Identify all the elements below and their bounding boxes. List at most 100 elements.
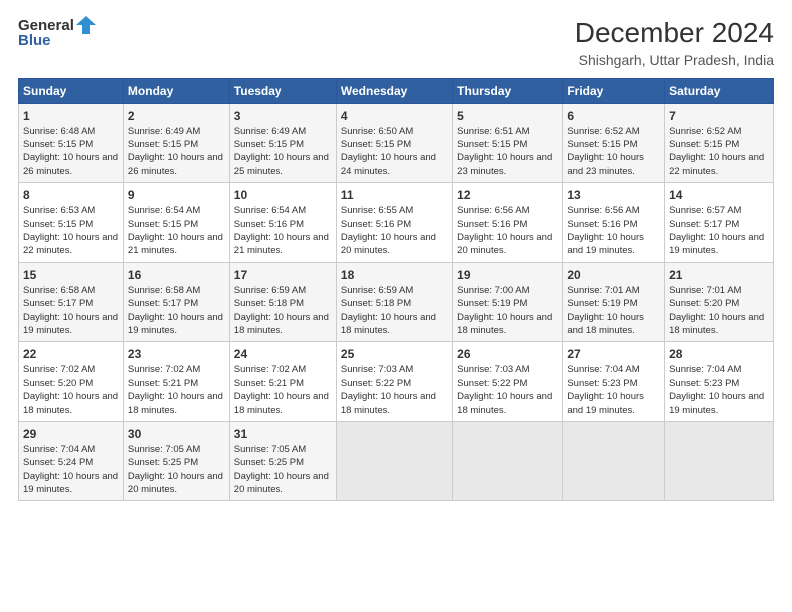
day-info: Sunrise: 7:03 AMSunset: 5:22 PMDaylight:… [457, 364, 552, 415]
day-cell: 12 Sunrise: 6:56 AMSunset: 5:16 PMDayligh… [453, 183, 563, 263]
col-header-saturday: Saturday [665, 78, 774, 103]
header: General Blue December 2024 Shishgarh, Ut… [18, 16, 774, 68]
day-cell: 8Sunrise: 6:53 AMSunset: 5:15 PMDaylight… [19, 183, 124, 263]
logo-text-blue: Blue [18, 32, 51, 49]
day-info: Sunrise: 6:52 AMSunset: 5:15 PMDaylight:… [567, 126, 644, 177]
day-number: 16 [128, 267, 225, 283]
day-info: Sunrise: 6:54 AMSunset: 5:16 PMDaylight:… [234, 205, 329, 256]
day-number: 27 [567, 346, 660, 362]
day-info: Sunrise: 6:49 AMSunset: 5:15 PMDaylight:… [234, 126, 329, 177]
week-row-1: 1 Sunrise: 6:48 AMSunset: 5:15 PMDaylight… [19, 103, 774, 183]
day-cell: 22Sunrise: 7:02 AMSunset: 5:20 PMDayligh… [19, 342, 124, 422]
logo-arrow-icon [76, 16, 96, 34]
day-number: 2 [128, 108, 225, 124]
day-info: Sunrise: 6:52 AMSunset: 5:15 PMDaylight:… [669, 126, 764, 177]
day-number: 31 [234, 426, 332, 442]
day-info: Sunrise: 6:49 AMSunset: 5:15 PMDaylight:… [128, 126, 223, 177]
col-header-wednesday: Wednesday [336, 78, 452, 103]
col-header-thursday: Thursday [453, 78, 563, 103]
col-header-monday: Monday [123, 78, 229, 103]
day-number: 1 [23, 108, 119, 124]
day-number: 18 [341, 267, 448, 283]
day-info: Sunrise: 6:48 AMSunset: 5:15 PMDaylight:… [23, 126, 118, 177]
day-cell [563, 421, 665, 501]
day-number: 20 [567, 267, 660, 283]
day-number: 25 [341, 346, 448, 362]
col-header-tuesday: Tuesday [229, 78, 336, 103]
day-cell: 13 Sunrise: 6:56 AMSunset: 5:16 PMDayligh… [563, 183, 665, 263]
day-info: Sunrise: 6:58 AMSunset: 5:17 PMDaylight:… [23, 285, 118, 336]
day-cell [453, 421, 563, 501]
day-info: Sunrise: 6:59 AMSunset: 5:18 PMDaylight:… [341, 285, 436, 336]
day-number: 11 [341, 187, 448, 203]
day-info: Sunrise: 6:57 AMSunset: 5:17 PMDaylight:… [669, 205, 764, 256]
day-number: 14 [669, 187, 769, 203]
calendar-table: SundayMondayTuesdayWednesdayThursdayFrid… [18, 78, 774, 502]
day-info: Sunrise: 6:55 AMSunset: 5:16 PMDaylight:… [341, 205, 436, 256]
week-row-4: 22Sunrise: 7:02 AMSunset: 5:20 PMDayligh… [19, 342, 774, 422]
day-info: Sunrise: 7:01 AMSunset: 5:20 PMDaylight:… [669, 285, 764, 336]
day-number: 15 [23, 267, 119, 283]
day-cell: 2 Sunrise: 6:49 AMSunset: 5:15 PMDaylight… [123, 103, 229, 183]
day-cell: 24 Sunrise: 7:02 AMSunset: 5:21 PMDayligh… [229, 342, 336, 422]
day-cell: 10 Sunrise: 6:54 AMSunset: 5:16 PMDayligh… [229, 183, 336, 263]
logo-text-general: General [18, 17, 74, 34]
day-number: 26 [457, 346, 558, 362]
col-header-friday: Friday [563, 78, 665, 103]
day-number: 13 [567, 187, 660, 203]
day-cell: 18 Sunrise: 6:59 AMSunset: 5:18 PMDayligh… [336, 262, 452, 342]
title-block: December 2024 Shishgarh, Uttar Pradesh, … [575, 16, 774, 68]
col-header-sunday: Sunday [19, 78, 124, 103]
day-number: 10 [234, 187, 332, 203]
day-cell: 11 Sunrise: 6:55 AMSunset: 5:16 PMDayligh… [336, 183, 452, 263]
week-row-3: 15 Sunrise: 6:58 AMSunset: 5:17 PMDayligh… [19, 262, 774, 342]
week-row-2: 8Sunrise: 6:53 AMSunset: 5:15 PMDaylight… [19, 183, 774, 263]
day-cell: 6 Sunrise: 6:52 AMSunset: 5:15 PMDaylight… [563, 103, 665, 183]
day-cell [665, 421, 774, 501]
day-cell: 19 Sunrise: 7:00 AMSunset: 5:19 PMDayligh… [453, 262, 563, 342]
day-info: Sunrise: 7:05 AMSunset: 5:25 PMDaylight:… [234, 444, 329, 495]
day-number: 12 [457, 187, 558, 203]
day-number: 22 [23, 346, 119, 362]
day-info: Sunrise: 7:02 AMSunset: 5:21 PMDaylight:… [234, 364, 329, 415]
day-number: 30 [128, 426, 225, 442]
day-info: Sunrise: 7:00 AMSunset: 5:19 PMDaylight:… [457, 285, 552, 336]
day-number: 9 [128, 187, 225, 203]
day-cell: 1 Sunrise: 6:48 AMSunset: 5:15 PMDaylight… [19, 103, 124, 183]
day-info: Sunrise: 7:03 AMSunset: 5:22 PMDaylight:… [341, 364, 436, 415]
day-info: Sunrise: 6:50 AMSunset: 5:15 PMDaylight:… [341, 126, 436, 177]
day-cell: 31 Sunrise: 7:05 AMSunset: 5:25 PMDayligh… [229, 421, 336, 501]
day-info: Sunrise: 7:04 AMSunset: 5:23 PMDaylight:… [567, 364, 644, 415]
day-info: Sunrise: 7:02 AMSunset: 5:21 PMDaylight:… [128, 364, 223, 415]
day-cell: 26 Sunrise: 7:03 AMSunset: 5:22 PMDayligh… [453, 342, 563, 422]
day-info: Sunrise: 6:56 AMSunset: 5:16 PMDaylight:… [457, 205, 552, 256]
day-info: Sunrise: 7:04 AMSunset: 5:23 PMDaylight:… [669, 364, 764, 415]
day-number: 5 [457, 108, 558, 124]
day-cell: 16 Sunrise: 6:58 AMSunset: 5:17 PMDayligh… [123, 262, 229, 342]
day-cell: 28Sunrise: 7:04 AMSunset: 5:23 PMDayligh… [665, 342, 774, 422]
day-cell: 20Sunrise: 7:01 AMSunset: 5:19 PMDayligh… [563, 262, 665, 342]
day-cell: 23Sunrise: 7:02 AMSunset: 5:21 PMDayligh… [123, 342, 229, 422]
day-info: Sunrise: 6:53 AMSunset: 5:15 PMDaylight:… [23, 205, 118, 256]
day-cell [336, 421, 452, 501]
day-cell: 5Sunrise: 6:51 AMSunset: 5:15 PMDaylight… [453, 103, 563, 183]
day-number: 6 [567, 108, 660, 124]
day-number: 19 [457, 267, 558, 283]
day-cell: 25 Sunrise: 7:03 AMSunset: 5:22 PMDayligh… [336, 342, 452, 422]
header-row: SundayMondayTuesdayWednesdayThursdayFrid… [19, 78, 774, 103]
logo: General Blue [18, 16, 96, 49]
day-number: 29 [23, 426, 119, 442]
day-info: Sunrise: 6:54 AMSunset: 5:15 PMDaylight:… [128, 205, 223, 256]
day-number: 7 [669, 108, 769, 124]
day-number: 24 [234, 346, 332, 362]
day-cell: 17 Sunrise: 6:59 AMSunset: 5:18 PMDayligh… [229, 262, 336, 342]
day-number: 17 [234, 267, 332, 283]
day-cell: 9 Sunrise: 6:54 AMSunset: 5:15 PMDaylight… [123, 183, 229, 263]
day-info: Sunrise: 6:58 AMSunset: 5:17 PMDaylight:… [128, 285, 223, 336]
day-number: 4 [341, 108, 448, 124]
day-cell: 21Sunrise: 7:01 AMSunset: 5:20 PMDayligh… [665, 262, 774, 342]
day-info: Sunrise: 7:05 AMSunset: 5:25 PMDaylight:… [128, 444, 223, 495]
day-cell: 15 Sunrise: 6:58 AMSunset: 5:17 PMDayligh… [19, 262, 124, 342]
day-info: Sunrise: 6:59 AMSunset: 5:18 PMDaylight:… [234, 285, 329, 336]
day-info: Sunrise: 6:56 AMSunset: 5:16 PMDaylight:… [567, 205, 644, 256]
